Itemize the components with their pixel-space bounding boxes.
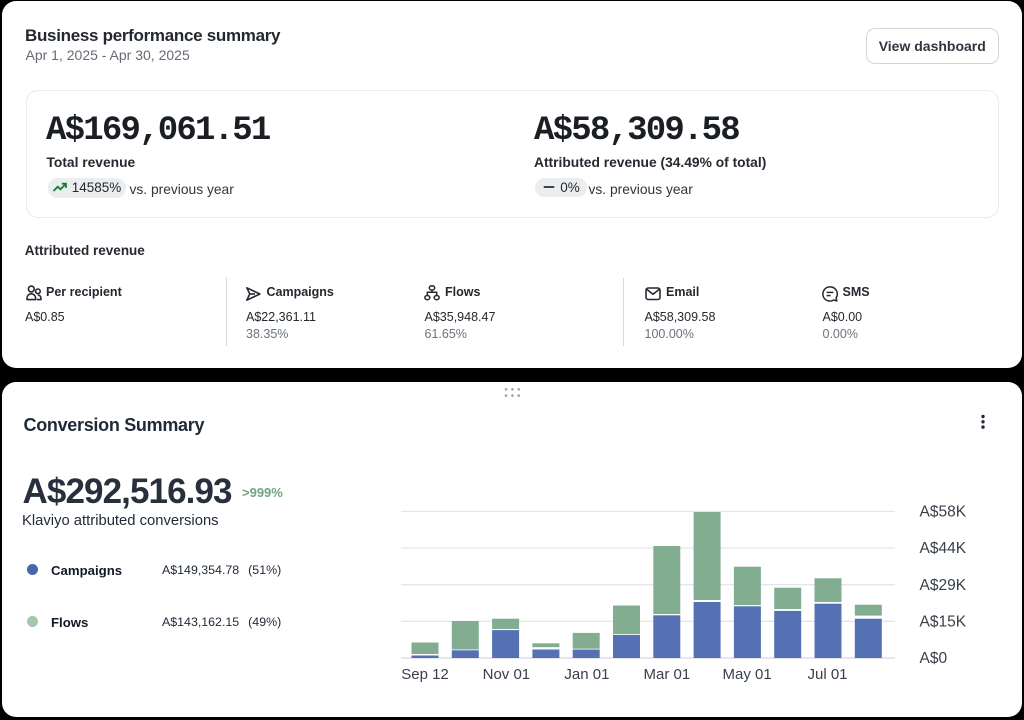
svg-text:Sep 12: Sep 12 bbox=[401, 666, 449, 683]
svg-text:A$15K: A$15K bbox=[920, 614, 967, 631]
svg-text:A$58K: A$58K bbox=[920, 504, 967, 521]
svg-text:Nov 01: Nov 01 bbox=[483, 666, 531, 683]
svg-text:May 01: May 01 bbox=[722, 666, 771, 683]
svg-text:A$44K: A$44K bbox=[920, 540, 967, 557]
svg-text:Mar 01: Mar 01 bbox=[644, 666, 691, 683]
svg-text:Jan 01: Jan 01 bbox=[564, 666, 609, 683]
svg-text:A$0: A$0 bbox=[920, 650, 948, 667]
svg-text:Jul 01: Jul 01 bbox=[807, 666, 847, 683]
svg-text:A$29K: A$29K bbox=[920, 577, 967, 594]
